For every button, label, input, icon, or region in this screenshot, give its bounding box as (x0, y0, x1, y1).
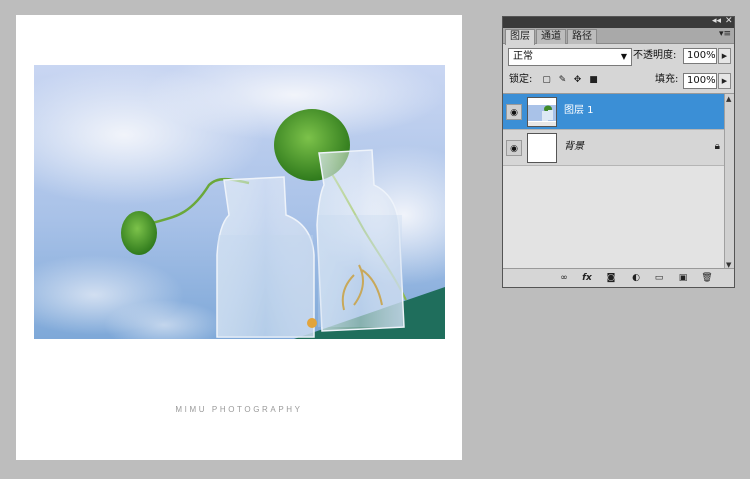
layers-panel: ◂◂ ✕ 图层 通道 路径 ▾≡ 正常 ▼ 不透明度: 100% ▶ 锁定: ▢… (502, 16, 735, 288)
watermark-text: MIMU PHOTOGRAPHY (175, 405, 303, 414)
layer-name: 背景 (564, 141, 584, 152)
add-mask-icon[interactable]: ◙ (605, 272, 617, 284)
layer-row-background[interactable]: ◉ 背景 🔒︎ (503, 130, 734, 166)
lock-icon: 🔒︎ (714, 141, 720, 152)
lock-label: 锁定: (509, 74, 533, 85)
tab-paths[interactable]: 路径 (567, 29, 597, 44)
opacity-slider-toggle-icon[interactable]: ▶ (718, 48, 731, 64)
fill-input[interactable]: 100% (683, 73, 717, 89)
tab-layers[interactable]: 图层 (505, 29, 535, 45)
eye-visibility-icon[interactable]: ◉ (506, 140, 522, 156)
new-layer-icon[interactable]: ▣ (677, 272, 689, 284)
layers-list: ◉ 图层 1 ◉ 背景 🔒︎ ▲ ▼ (503, 93, 734, 270)
layer-name: 图层 1 (564, 105, 594, 116)
document-canvas[interactable]: MIMU PHOTOGRAPHY (16, 15, 462, 460)
tab-channels[interactable]: 通道 (536, 29, 566, 44)
lock-fill-row: 锁定: ▢ ✎ ✥ ■ 填充: 100% ▶ (503, 71, 734, 91)
new-group-folder-icon[interactable]: ▭ (653, 272, 665, 284)
layer-style-fx-icon[interactable]: fx (581, 272, 593, 284)
blend-mode-value: 正常 (513, 51, 533, 62)
panel-titlebar: ◂◂ ✕ (503, 15, 734, 28)
blend-opacity-row: 正常 ▼ 不透明度: 100% ▶ (503, 47, 734, 67)
layers-scrollbar[interactable]: ▲ ▼ (724, 94, 734, 270)
fill-label: 填充: (655, 74, 679, 85)
eye-visibility-icon[interactable]: ◉ (506, 104, 522, 120)
collapse-icon[interactable]: ◂◂ (712, 15, 721, 27)
panel-menu-icon[interactable]: ▾≡ (719, 29, 731, 39)
delete-layer-trash-icon[interactable]: 🗑︎ (701, 272, 713, 284)
layer-row-layer1[interactable]: ◉ 图层 1 (503, 94, 734, 130)
opacity-input[interactable]: 100% (683, 48, 717, 64)
adjustment-layer-icon[interactable]: ◐ (630, 272, 642, 284)
lock-position-move-icon[interactable]: ✥ (572, 75, 583, 86)
fill-slider-toggle-icon[interactable]: ▶ (718, 73, 731, 89)
link-layers-icon[interactable]: ∞ (558, 272, 570, 284)
panel-tabs: 图层 通道 路径 ▾≡ (503, 28, 734, 45)
opacity-label: 不透明度: (633, 50, 677, 61)
scroll-up-icon[interactable]: ▲ (726, 95, 731, 103)
photo-image (34, 65, 445, 339)
panel-bottom-toolbar: ∞ fx ◙ ◐ ▭ ▣ 🗑︎ (503, 268, 734, 287)
chevron-down-icon: ▼ (620, 52, 627, 61)
lock-all-icon[interactable]: ■ (588, 75, 599, 86)
lock-image-brush-icon[interactable]: ✎ (557, 75, 568, 86)
blend-mode-select[interactable]: 正常 ▼ (508, 48, 632, 66)
layer-thumbnail (527, 97, 557, 127)
close-icon[interactable]: ✕ (725, 15, 733, 27)
layer-thumbnail (527, 133, 557, 163)
lock-transparent-icon[interactable]: ▢ (541, 75, 552, 86)
